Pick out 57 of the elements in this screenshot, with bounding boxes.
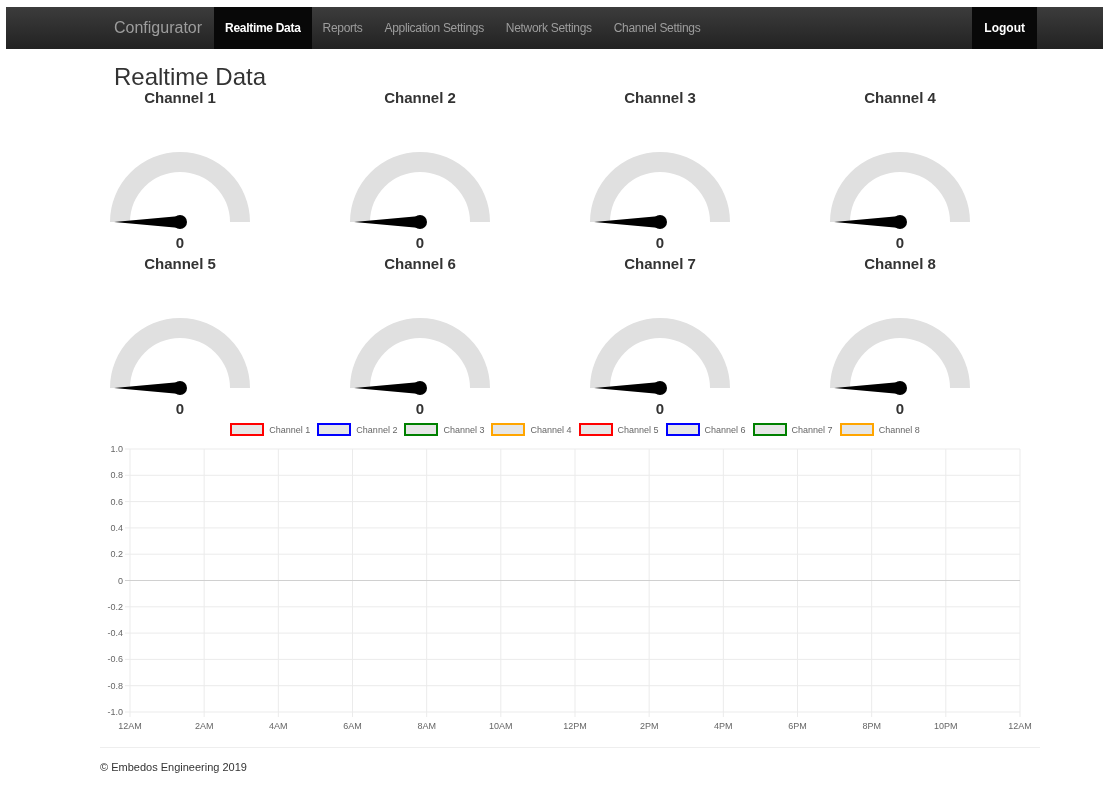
y-axis-label: 0.8 (110, 470, 123, 481)
nav-link[interactable]: Network Settings (494, 7, 603, 49)
gauge-value: 0 (175, 400, 185, 417)
x-axis-label: 2AM (194, 721, 214, 729)
x-axis-label: 6PM (788, 721, 807, 729)
y-axis-label: 0 (118, 575, 123, 586)
gauge-title: Channel 2 (384, 89, 456, 106)
x-axis-label: 10AM (489, 721, 513, 729)
y-axis-label: -0.2 (107, 601, 123, 612)
gauge-value: 0 (895, 400, 905, 417)
legend-item[interactable]: Channel 7 (752, 423, 833, 436)
logout-link[interactable]: Logout (972, 7, 1037, 49)
gauge-value: 0 (895, 234, 905, 251)
gauge-title: Channel 3 (624, 89, 696, 106)
legend-item[interactable]: Channel 4 (491, 423, 572, 436)
gauge-title: Channel 7 (624, 255, 696, 272)
y-axis-label: 0.6 (110, 496, 123, 507)
nav-link[interactable]: Application Settings (373, 7, 495, 49)
x-axis-label: 10PM (934, 721, 958, 729)
legend-item[interactable]: Channel 2 (317, 423, 398, 436)
nav-link[interactable]: Realtime Data (214, 7, 312, 49)
y-axis-label: 0.2 (110, 549, 123, 560)
brand-name[interactable]: Configurator (106, 7, 215, 49)
legend-item[interactable]: Channel 6 (665, 423, 746, 436)
x-axis-label: 12AM (118, 721, 142, 729)
legend-item[interactable]: Channel 3 (404, 423, 485, 436)
x-axis-label: 4AM (269, 721, 288, 729)
gauge-title: Channel 8 (864, 255, 936, 272)
gauge-value: 0 (175, 234, 185, 251)
y-axis-label: -1.0 (107, 707, 123, 717)
x-axis-label: 2PM (639, 721, 659, 729)
nav-link[interactable]: Reports (311, 7, 374, 49)
legend-item[interactable]: Channel 1 (230, 423, 311, 436)
gauge-title: Channel 6 (384, 255, 456, 272)
y-axis-label: -0.6 (107, 654, 123, 665)
gauge-value: 0 (415, 400, 425, 417)
footer-text: © Embedos Engineering 2019 (100, 761, 248, 773)
x-axis-label: 8AM (417, 721, 436, 729)
y-axis-label: 1.0 (110, 444, 123, 454)
page-title: Realtime Data (114, 63, 268, 91)
x-axis-label: 8PM (862, 721, 881, 729)
gauge-title: Channel 5 (144, 255, 216, 272)
x-axis-label: 12AM (1008, 721, 1032, 729)
x-axis-label: 4PM (714, 721, 733, 729)
y-axis-label: 0.4 (110, 522, 123, 533)
nav-link[interactable]: Channel Settings (602, 7, 712, 49)
gauge-value: 0 (415, 234, 425, 251)
x-axis-label: 6AM (343, 721, 362, 729)
gauge-value: 0 (655, 400, 665, 417)
y-axis-label: -0.4 (107, 628, 123, 639)
legend-item[interactable]: Channel 8 (839, 423, 920, 436)
gauge-title: Channel 4 (864, 89, 936, 106)
x-axis-label: 12PM (563, 721, 587, 729)
gauge-value: 0 (655, 234, 665, 251)
legend-item[interactable]: Channel 5 (578, 423, 659, 436)
gauge-title: Channel 1 (144, 89, 216, 106)
y-axis-label: -0.8 (107, 680, 123, 691)
